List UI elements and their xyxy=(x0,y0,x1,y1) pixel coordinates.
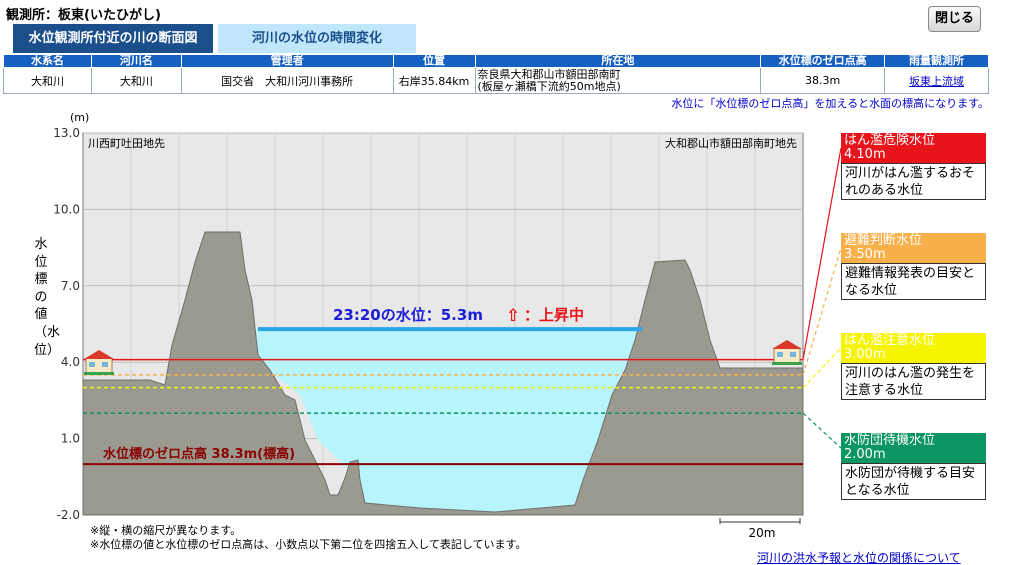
rising-status-label: ：上昇中 xyxy=(524,306,584,324)
y-tick-label: 7.0 xyxy=(61,279,80,293)
y-tick-label: 4.0 xyxy=(61,355,80,369)
warning-level-value: 3.00m xyxy=(844,347,886,362)
warning-level-header: はん濫危険水位 4.10m xyxy=(841,133,986,163)
warning-level-name: はん濫注意水位 xyxy=(844,333,936,348)
y-tick-label: 1.0 xyxy=(61,432,80,446)
warning-level-header: はん濫注意水位 3.00m xyxy=(841,333,986,363)
rounding-note: ※水位標の値と水位標のゼロ点高は、小数点以下第二位を四捨五入して表記しています。 xyxy=(90,538,527,551)
warning-level-description: 河川がはん濫するおそれのある水位 xyxy=(841,163,986,200)
current-water-level-label: 23:20の水位：5.3m xyxy=(333,306,483,324)
warning-level-connector xyxy=(802,412,842,449)
rising-arrow-icon: ⇧ xyxy=(506,306,520,326)
zero-point-label: 水位標のゼロ点高 38.3m(標高) xyxy=(103,446,295,462)
left-bank-label: 川西町吐田地先 xyxy=(88,137,165,150)
warning-level-box: 水防団待機水位 2.00m 水防団が待機する目安となる水位 xyxy=(841,433,986,500)
warning-level-box: 避難判断水位 3.50m 避難情報発表の目安となる水位 xyxy=(841,233,986,300)
warning-level-name: 水防団待機水位 xyxy=(844,433,936,448)
warning-level-connector xyxy=(802,147,842,360)
warning-level-value: 4.10m xyxy=(844,147,886,162)
y-tick-label: 13.0 xyxy=(53,126,80,140)
warning-level-description: 水防団が待機する目安となる水位 xyxy=(841,463,986,500)
warning-level-header: 水防団待機水位 2.00m xyxy=(841,433,986,463)
right-bank-label: 大和郡山市額田部南町地先 xyxy=(665,136,797,150)
y-axis-label: 水位標の値（水位） xyxy=(34,237,61,358)
warning-level-connector xyxy=(802,247,842,376)
warning-level-value: 2.00m xyxy=(844,447,886,462)
warning-level-header: 避難判断水位 3.50m xyxy=(841,233,986,263)
flood-forecast-relation-link[interactable]: 河川の洪水予報と水位の関係について xyxy=(757,549,961,565)
warning-level-name: 避難判断水位 xyxy=(844,233,923,248)
y-tick-label: 10.0 xyxy=(53,202,80,216)
warning-level-name: はん濫危険水位 xyxy=(844,133,936,148)
warning-level-box: はん濫注意水位 3.00m 河川のはん濫の発生を注意する水位 xyxy=(841,333,986,400)
warning-level-description: 河川のはん濫の発生を注意する水位 xyxy=(841,363,986,400)
scale-bar-label: 20m xyxy=(749,526,776,540)
warning-level-value: 3.50m xyxy=(844,247,886,262)
y-tick-label: -2.0 xyxy=(57,508,80,522)
y-axis-unit: (m) xyxy=(70,111,90,124)
warning-level-description: 避難情報発表の目安となる水位 xyxy=(841,263,986,300)
warning-level-box: はん濫危険水位 4.10m 河川がはん濫するおそれのある水位 xyxy=(841,133,986,200)
